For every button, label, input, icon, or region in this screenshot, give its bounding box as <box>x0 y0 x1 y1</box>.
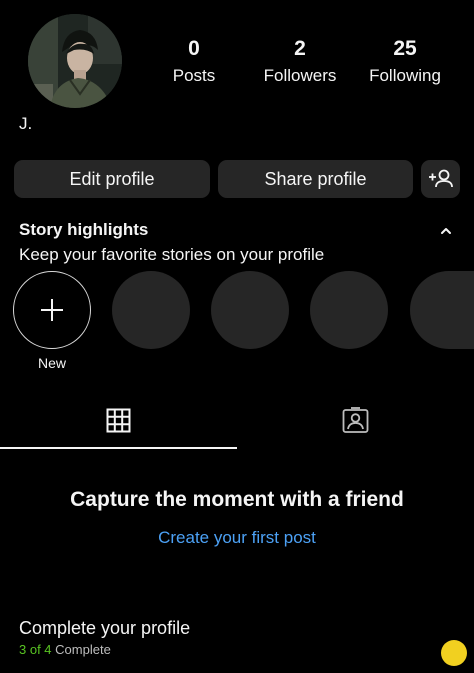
edit-profile-button[interactable]: Edit profile <box>14 160 210 198</box>
discover-people-button[interactable] <box>421 160 460 198</box>
add-person-icon <box>429 169 453 188</box>
active-tab-indicator <box>0 447 237 449</box>
stat-posts-label: Posts <box>172 66 216 85</box>
empty-state-title: Capture the moment with a friend <box>70 488 404 511</box>
grid-icon <box>106 408 131 433</box>
progress-suffix: Complete <box>55 642 111 657</box>
stat-followers[interactable]: 2 Followers <box>245 36 355 89</box>
progress-count: 3 of 4 <box>19 642 52 657</box>
chevron-up-icon[interactable] <box>436 220 456 240</box>
share-profile-button[interactable]: Share profile <box>218 160 413 198</box>
tagged-person-icon <box>342 407 369 433</box>
watermark-logo <box>441 640 467 666</box>
create-first-post-link[interactable]: Create your first post <box>0 528 474 548</box>
new-highlight-button[interactable] <box>13 271 91 349</box>
tab-posts-grid[interactable] <box>0 400 237 446</box>
stat-followers-label: Followers <box>263 66 337 85</box>
stat-following-label: Following <box>369 66 441 85</box>
tab-tagged[interactable] <box>237 400 474 446</box>
plus-icon <box>41 299 63 321</box>
highlights-subtitle: Keep your favorite stories on your profi… <box>19 245 325 264</box>
highlight-placeholder <box>211 271 289 349</box>
profile-name: J. <box>19 114 33 133</box>
stat-followers-count: 2 <box>294 37 306 60</box>
new-highlight-label: New <box>37 355 66 371</box>
highlight-placeholder <box>112 271 190 349</box>
highlights-title: Story highlights <box>19 220 149 239</box>
stat-following-count: 25 <box>393 37 417 60</box>
complete-profile-progress: 3 of 4 Complete <box>19 642 111 657</box>
stat-posts-count: 0 <box>188 37 200 60</box>
stat-following[interactable]: 25 Following <box>350 36 460 89</box>
highlight-placeholder <box>310 271 388 349</box>
profile-avatar[interactable] <box>28 14 122 108</box>
highlight-placeholder <box>410 271 474 349</box>
stat-posts[interactable]: 0 Posts <box>139 36 249 89</box>
complete-profile-title: Complete your profile <box>19 618 191 638</box>
